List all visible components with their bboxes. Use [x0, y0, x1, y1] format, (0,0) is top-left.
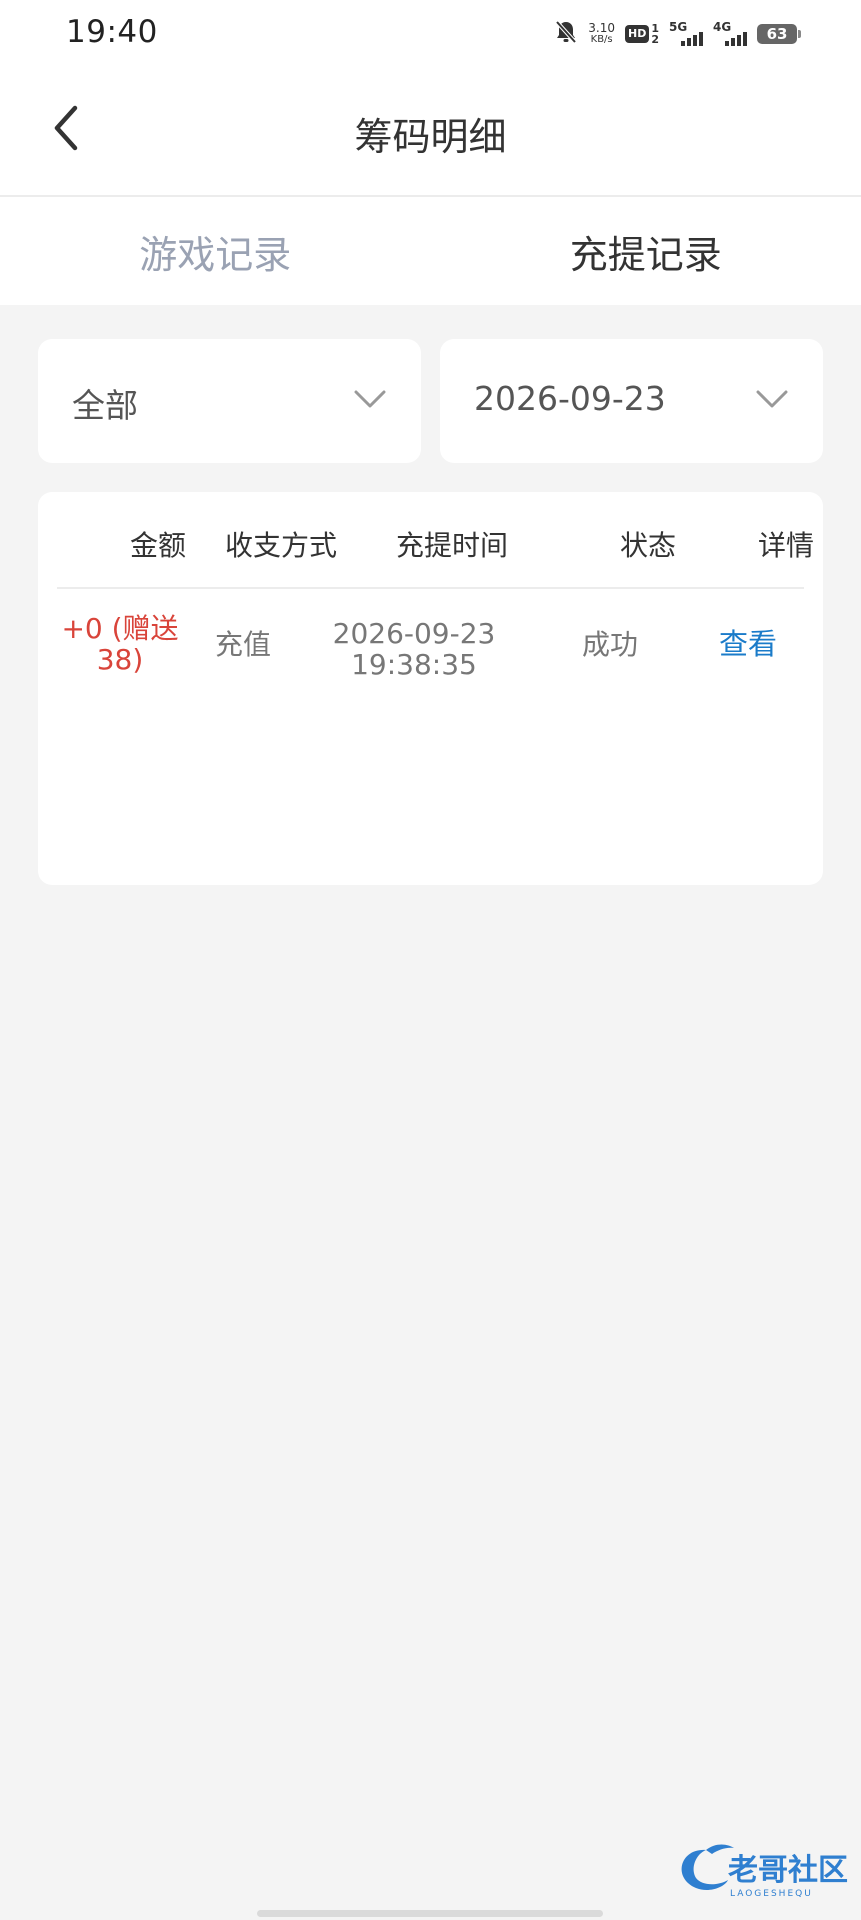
- type-filter-select[interactable]: 全部: [38, 339, 421, 463]
- row-amount-line2: 38): [96, 643, 144, 676]
- net-speed-unit: KB/s: [590, 34, 613, 45]
- header-method: 收支方式: [224, 529, 338, 562]
- network-speed: 3.10 KB/s: [588, 22, 615, 46]
- signal-4g-icon: 4G: [713, 20, 747, 48]
- row-clock-time: 19:38:35: [351, 648, 477, 681]
- date-filter-select[interactable]: 2026-09-23: [440, 339, 823, 463]
- header-status: 状态: [619, 529, 677, 562]
- hd-label: HD: [625, 25, 650, 43]
- chevron-down-icon: [755, 387, 789, 413]
- row-date: 2026-09-23: [332, 617, 496, 650]
- row-time: 2026-09-23 19:38:35: [333, 618, 496, 680]
- home-indicator[interactable]: [257, 1910, 603, 1917]
- battery-icon: 63: [757, 24, 801, 44]
- records-table: 金额 收支方式 充提时间 状态 详情 +0 (赠送 38) 充值 2026-09…: [38, 492, 823, 885]
- signal-5g-icon: 5G: [669, 20, 703, 48]
- watermark-text: 老哥社区: [728, 1853, 848, 1888]
- hd-icon: HD 1 2: [625, 23, 659, 45]
- row-amount: +0 (赠送 38): [60, 613, 180, 675]
- hd-sub: 2: [651, 33, 659, 46]
- watermark-subtext: LAOGESHEQU: [730, 1889, 813, 1899]
- bell-muted-icon: [554, 19, 578, 49]
- tab-bar: 游戏记录 充提记录: [0, 197, 861, 305]
- row-amount-line1: +0 (赠送: [61, 612, 179, 645]
- navbar: 筹码明细: [0, 68, 861, 197]
- table-header: 金额 收支方式 充提时间 状态 详情: [57, 492, 814, 589]
- battery-level: 63: [766, 25, 788, 43]
- table-row: +0 (赠送 38) 充值 2026-09-23 19:38:35 成功 查看: [38, 589, 823, 729]
- chevron-down-icon: [353, 387, 387, 413]
- date-filter-value: 2026-09-23: [474, 379, 666, 418]
- tab-deposit-withdraw-records[interactable]: 充提记录: [431, 197, 861, 305]
- filter-bar: 全部 2026-09-23: [38, 339, 823, 463]
- row-method: 充值: [214, 628, 272, 661]
- header-time: 充提时间: [395, 529, 509, 562]
- status-bar: 19:40 3.10 KB/s HD 1 2 5G 4G 63: [0, 0, 861, 68]
- view-detail-link[interactable]: 查看: [719, 629, 777, 660]
- type-filter-value: 全部: [72, 386, 138, 425]
- tab-game-records[interactable]: 游戏记录: [0, 197, 431, 305]
- row-status: 成功: [581, 628, 639, 661]
- status-icons: 3.10 KB/s HD 1 2 5G 4G 63: [554, 18, 801, 50]
- net-speed-value: 3.10: [588, 21, 615, 35]
- header-amount: 金额: [129, 529, 187, 562]
- status-time: 19:40: [66, 14, 158, 50]
- page-title: 筹码明细: [354, 115, 507, 159]
- header-detail: 详情: [757, 529, 815, 562]
- watermark-logo: 老哥社区 LAOGESHEQU: [666, 1838, 856, 1900]
